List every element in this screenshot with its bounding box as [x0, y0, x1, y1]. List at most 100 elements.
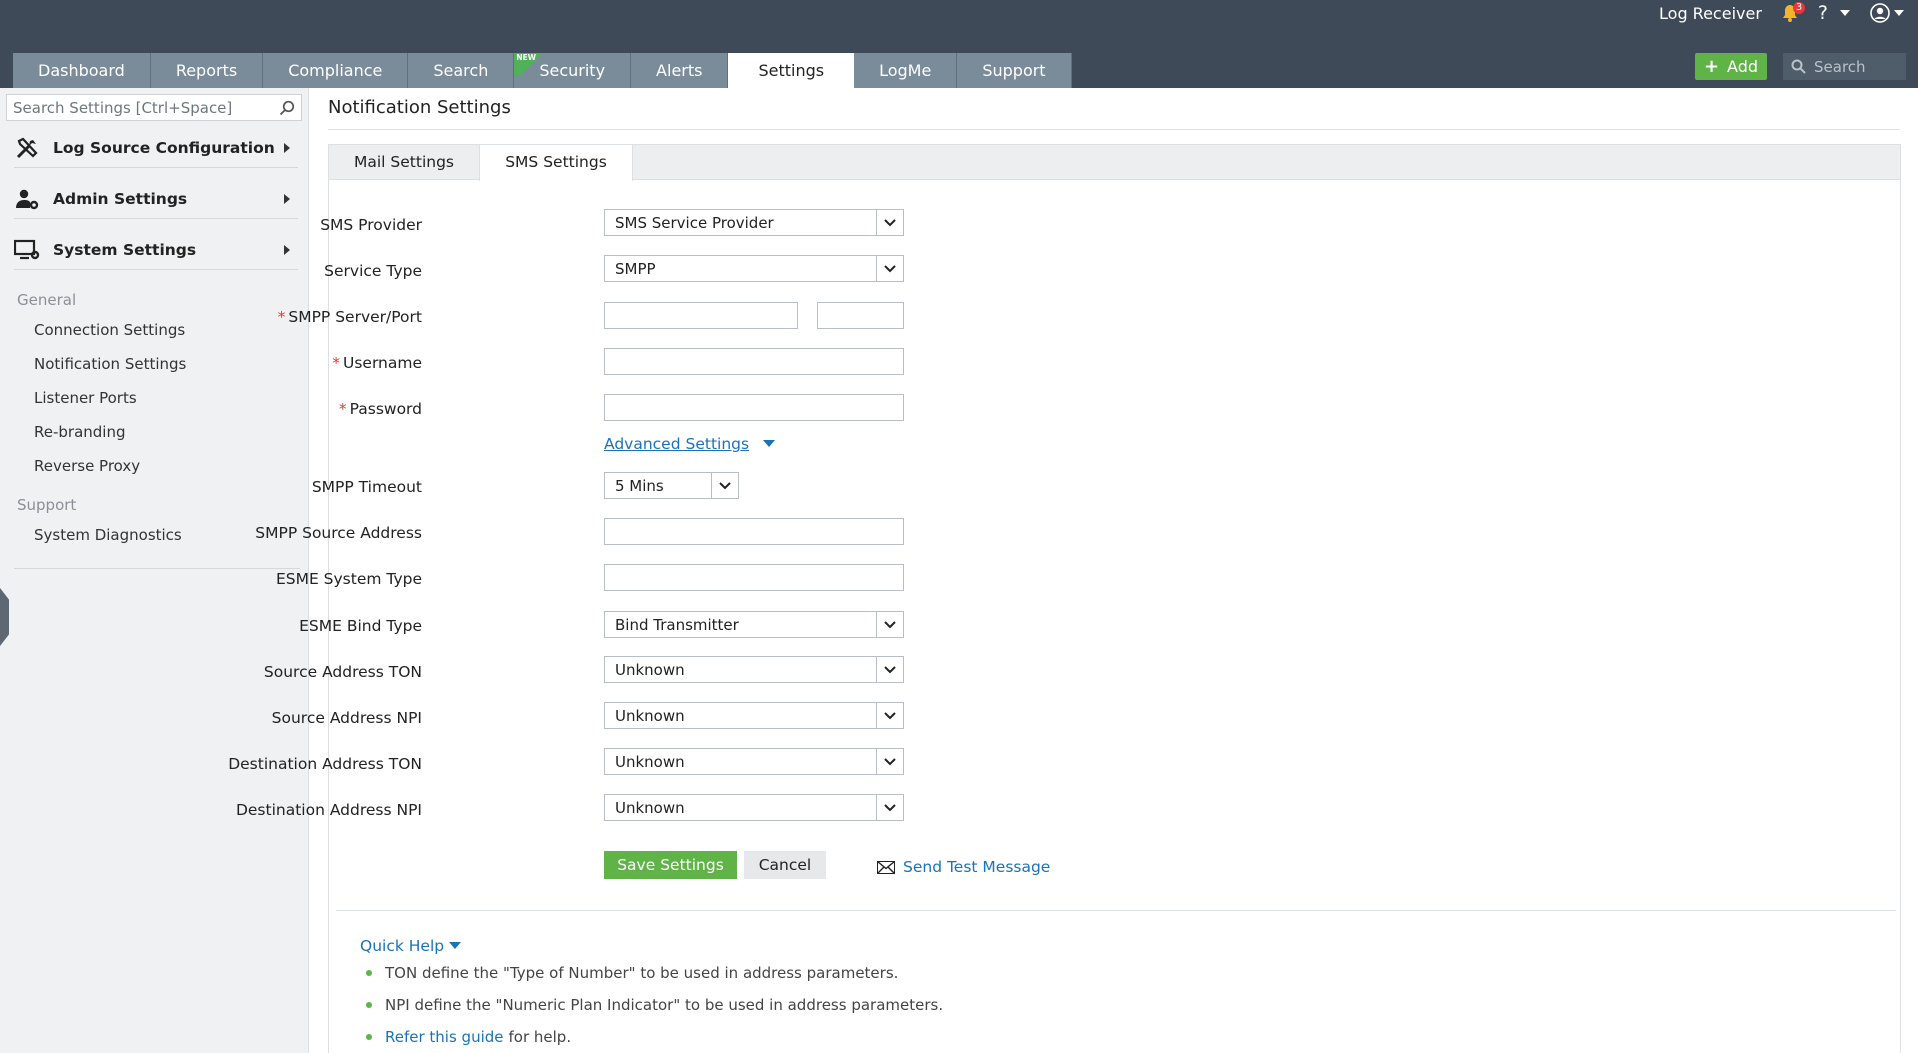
- tab-mail-settings[interactable]: Mail Settings: [329, 145, 479, 180]
- user-menu-button[interactable]: [1870, 3, 1904, 23]
- destination-address-ton-value: Unknown: [615, 752, 685, 771]
- destination-address-npi-select[interactable]: Unknown: [604, 794, 904, 821]
- service-type-value: SMPP: [615, 259, 656, 278]
- cancel-button[interactable]: Cancel: [744, 851, 826, 879]
- tab-dashboard[interactable]: Dashboard: [13, 53, 151, 88]
- send-test-message-label: Send Test Message: [903, 858, 1051, 876]
- tab-security[interactable]: NEW Security: [514, 53, 632, 88]
- esme-bind-type-select[interactable]: Bind Transmitter: [604, 611, 904, 638]
- tab-search[interactable]: Search: [408, 53, 515, 88]
- sidebar-link-listener-ports[interactable]: Listener Ports: [34, 389, 137, 407]
- sidebar-item-label: System Settings: [53, 240, 197, 259]
- tab-support[interactable]: Support: [957, 53, 1072, 88]
- notification-tabs: Mail Settings SMS Settings: [329, 145, 1900, 181]
- quick-help-item: NPI define the "Numeric Plan Indicator" …: [366, 996, 943, 1014]
- log-receiver-link[interactable]: Log Receiver: [1659, 4, 1762, 23]
- settings-search-input[interactable]: Search Settings [Ctrl+Space]: [6, 94, 302, 121]
- settings-search-placeholder: Search Settings [Ctrl+Space]: [13, 98, 233, 117]
- chevron-down-icon: [1894, 10, 1904, 16]
- sidebar-item-label: Log Source Configuration: [53, 138, 275, 157]
- password-input[interactable]: [604, 394, 904, 421]
- notification-count-badge: 3: [1792, 2, 1806, 14]
- smpp-server-input[interactable]: [604, 302, 798, 329]
- top-right-toolbar: Log Receiver 3 ?: [1659, 0, 1904, 26]
- chevron-right-icon: [284, 245, 290, 255]
- save-settings-button[interactable]: Save Settings: [604, 851, 737, 879]
- tab-reports[interactable]: Reports: [150, 53, 264, 88]
- service-type-label: Service Type: [324, 262, 422, 280]
- source-address-npi-select[interactable]: Unknown: [604, 702, 904, 729]
- password-label: * Password: [338, 400, 422, 418]
- chevron-right-icon: [284, 143, 290, 153]
- quick-help-divider: [336, 910, 1896, 911]
- tab-compliance[interactable]: Compliance: [263, 53, 409, 88]
- notifications-button[interactable]: 3: [1782, 2, 1806, 22]
- sidebar-link-system-diagnostics[interactable]: System Diagnostics: [34, 526, 182, 544]
- source-address-npi-value: Unknown: [615, 706, 685, 725]
- esme-system-type-label: ESME System Type: [275, 570, 422, 588]
- advanced-settings-toggle[interactable]: Advanced Settings: [604, 435, 776, 453]
- sms-provider-select[interactable]: SMS Service Provider: [604, 209, 904, 236]
- quick-help-toggle[interactable]: Quick Help: [360, 937, 462, 955]
- chevron-down-icon: [876, 657, 903, 682]
- settings-panel: Mail Settings SMS Settings: [328, 144, 1901, 1053]
- sidebar-divider: [14, 568, 300, 569]
- smpp-source-address-input[interactable]: [604, 518, 904, 545]
- send-test-message-link[interactable]: Send Test Message: [877, 858, 1050, 876]
- tab-settings[interactable]: Settings: [728, 53, 855, 88]
- chevron-down-icon: [876, 256, 903, 281]
- username-input[interactable]: [604, 348, 904, 375]
- search-icon: [1791, 59, 1806, 74]
- add-button-label: Add: [1727, 57, 1759, 76]
- main-nav-tabs: Dashboard Reports Compliance Search NEW …: [13, 53, 1072, 88]
- tab-sms-settings[interactable]: SMS Settings: [479, 145, 633, 181]
- smpp-port-input[interactable]: [817, 302, 904, 329]
- global-search-input[interactable]: Search: [1783, 53, 1906, 80]
- source-address-ton-label: Source Address TON: [263, 663, 422, 681]
- destination-address-ton-select[interactable]: Unknown: [604, 748, 904, 775]
- chevron-down-icon: [876, 795, 903, 820]
- tab-logme[interactable]: LogMe: [854, 53, 958, 88]
- caret-down-icon: [763, 440, 776, 447]
- esme-bind-type-value: Bind Transmitter: [615, 615, 739, 634]
- tools-icon: [14, 135, 40, 161]
- required-marker: *: [277, 308, 286, 326]
- add-button[interactable]: + Add: [1695, 53, 1767, 80]
- sidebar-link-notification-settings[interactable]: Notification Settings: [34, 355, 186, 373]
- refer-guide-link[interactable]: Refer this guide: [385, 1028, 504, 1046]
- help-icon: ?: [1817, 2, 1828, 24]
- sidebar-link-re-branding[interactable]: Re-branding: [34, 423, 126, 441]
- smpp-timeout-value: 5 Mins: [615, 476, 664, 495]
- sms-provider-value: SMS Service Provider: [615, 213, 774, 232]
- source-address-ton-value: Unknown: [615, 660, 685, 679]
- username-label: * Username: [332, 354, 422, 372]
- esme-bind-type-label: ESME Bind Type: [299, 617, 422, 635]
- esme-system-type-input[interactable]: [604, 564, 904, 591]
- admin-user-gear-icon: [14, 186, 40, 212]
- required-marker: *: [332, 354, 340, 372]
- user-avatar-icon: [1870, 3, 1890, 23]
- tab-alerts[interactable]: Alerts: [631, 53, 729, 88]
- sidebar-link-reverse-proxy[interactable]: Reverse Proxy: [34, 457, 140, 475]
- sidebar-link-connection-settings[interactable]: Connection Settings: [34, 321, 185, 339]
- sidebar-collapse-handle[interactable]: [0, 588, 9, 646]
- sidebar-item-system-settings[interactable]: System Settings: [14, 230, 298, 270]
- smpp-server-port-label: * SMPP Server/Port: [277, 308, 422, 326]
- sidebar-group-support: Support: [17, 496, 77, 514]
- settings-sidebar: Search Settings [Ctrl+Space] Log Source …: [0, 88, 309, 1053]
- help-menu-button[interactable]: ?: [1818, 2, 1850, 24]
- sms-provider-label: SMS Provider: [320, 216, 422, 234]
- smpp-timeout-select[interactable]: 5 Mins: [604, 472, 739, 499]
- source-address-ton-select[interactable]: Unknown: [604, 656, 904, 683]
- source-address-npi-label: Source Address NPI: [271, 709, 422, 727]
- sidebar-item-log-source-configuration[interactable]: Log Source Configuration: [14, 128, 298, 168]
- bullet-icon: [366, 1034, 372, 1040]
- envelope-icon: [877, 860, 895, 874]
- destination-address-ton-label: Destination Address TON: [228, 755, 422, 773]
- service-type-select[interactable]: SMPP: [604, 255, 904, 282]
- sidebar-item-admin-settings[interactable]: Admin Settings: [14, 179, 298, 219]
- sidebar-group-general: General: [17, 291, 77, 309]
- plus-icon: +: [1703, 56, 1720, 77]
- title-divider: [328, 129, 1900, 130]
- bullet-icon: [366, 1002, 372, 1008]
